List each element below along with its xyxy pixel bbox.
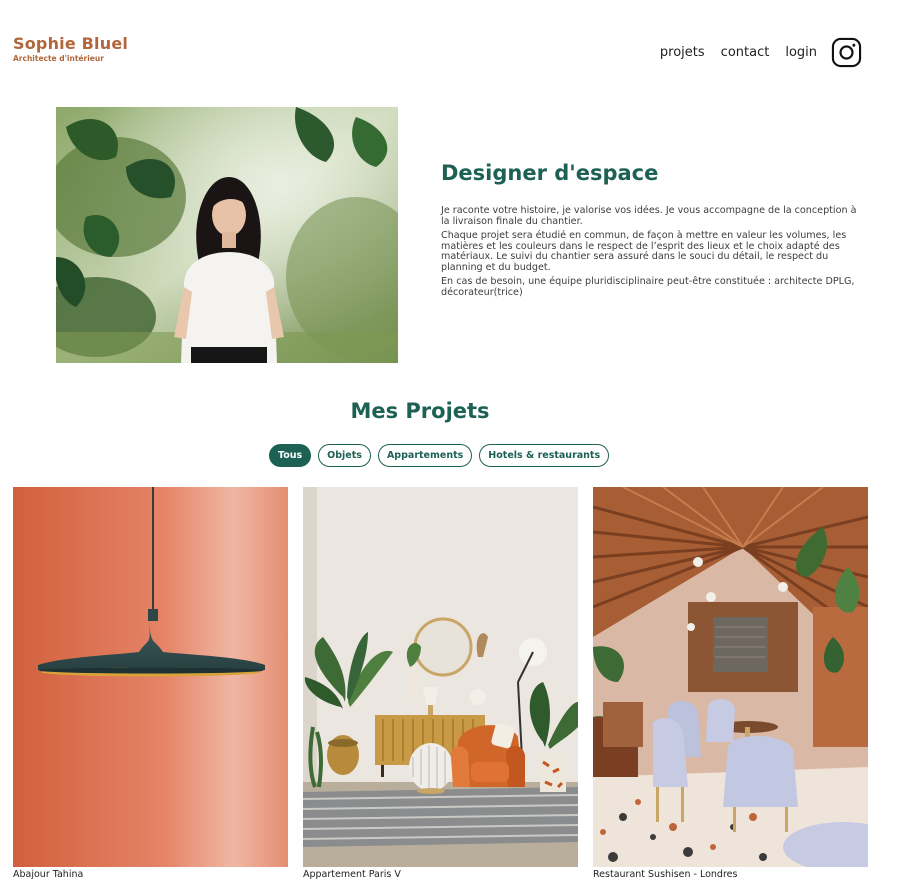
filter-button-apartments[interactable]: Appartements — [377, 444, 473, 467]
introduction-paragraph: Chaque projet sera étudié en commun, de … — [441, 230, 847, 273]
project-image-restaurant — [593, 487, 868, 867]
filter-button-objects[interactable]: Objets — [318, 444, 371, 467]
project-card[interactable]: Appartement Paris V — [303, 487, 578, 881]
project-caption: Restaurant Sushisen - Londres — [593, 869, 738, 880]
instagram-icon[interactable] — [831, 37, 862, 68]
portfolio-title: Mes Projets — [350, 399, 490, 423]
introduction-paragraph: En cas de besoin, une équipe pluridiscip… — [441, 276, 855, 298]
filter-button-all[interactable]: Tous — [269, 444, 312, 467]
logo[interactable]: Sophie Bluel Architecte d'intérieur — [13, 34, 128, 63]
nav-link-projects[interactable]: projets — [660, 36, 705, 69]
project-gallery: Abajour Tahina Appartement Paris V Resta… — [13, 487, 868, 881]
project-card[interactable]: Abajour Tahina — [13, 487, 288, 881]
project-image-apartment — [303, 487, 578, 867]
project-card[interactable]: Restaurant Sushisen - Londres — [593, 487, 868, 881]
introduction-text: Designer d'espace Je raconte votre histo… — [441, 158, 859, 302]
logo-name: Sophie Bluel — [13, 34, 129, 53]
logo-subtitle: Architecte d'intérieur — [13, 54, 104, 63]
category-filters: Tous Objets Appartements Hotels & restau… — [269, 444, 616, 467]
architect-portrait-image — [56, 107, 398, 363]
introduction-title: Designer d'espace — [441, 161, 659, 185]
project-caption: Abajour Tahina — [13, 869, 84, 880]
main-nav: projets contact login — [660, 36, 862, 69]
project-image-lamp — [13, 487, 288, 867]
nav-link-contact[interactable]: contact — [721, 36, 770, 69]
introduction-paragraph: Je raconte votre histoire, je valorise v… — [441, 205, 857, 227]
filter-button-hotels-restaurants[interactable]: Hotels & restaurants — [479, 444, 610, 467]
project-caption: Appartement Paris V — [303, 869, 401, 880]
nav-link-login[interactable]: login — [785, 36, 817, 69]
